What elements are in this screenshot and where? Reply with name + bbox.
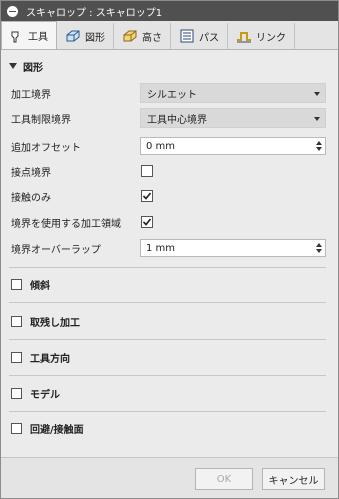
- machining-boundary-label: 加工境界: [11, 89, 51, 101]
- boundary-overlap-label: 境界オーバーラップ: [11, 244, 101, 256]
- ok-button[interactable]: OK: [195, 468, 253, 490]
- input-value: 0 mm: [146, 140, 176, 152]
- group-tool-orientation[interactable]: 工具方向: [11, 347, 70, 367]
- row-contact-boundary: 接点境界: [11, 161, 51, 181]
- geometry-icon: [66, 30, 80, 42]
- select-value: シルエット: [147, 89, 197, 101]
- row-tool-containment: 工具制限境界: [11, 108, 71, 128]
- row-machining-boundary: 加工境界: [11, 83, 51, 103]
- divider: [9, 375, 326, 376]
- linking-icon: [237, 32, 251, 43]
- tool-containment-label: 工具制限境界: [11, 114, 71, 126]
- group-checkbox[interactable]: [11, 387, 22, 399]
- boundary-region-checkbox[interactable]: [141, 216, 153, 228]
- additional-offset-input[interactable]: 0 mm: [140, 137, 326, 155]
- tool-containment-select[interactable]: 工具中心境界: [140, 108, 326, 128]
- spin-down-icon[interactable]: [316, 147, 322, 151]
- boundary-region-label: 境界を使用する加工領域: [11, 218, 121, 230]
- group-checkbox[interactable]: [11, 351, 22, 363]
- row-contact-only: 接触のみ: [11, 186, 51, 206]
- row-additional-offset: 追加オフセット: [11, 136, 81, 156]
- group-avoid-touch-surfaces[interactable]: 回避/接触面: [11, 418, 84, 438]
- contact-boundary-label: 接点境界: [11, 167, 51, 179]
- tab-heights[interactable]: 高さ: [114, 23, 171, 49]
- divider: [9, 302, 326, 303]
- group-label: 取残し加工: [30, 317, 80, 329]
- tab-label: リンク: [256, 32, 286, 44]
- group-model[interactable]: モデル: [11, 383, 60, 403]
- group-checkbox[interactable]: [11, 422, 22, 434]
- checkmark-icon: [142, 192, 152, 200]
- contact-only-label: 接触のみ: [11, 192, 51, 204]
- section-title: 図形: [23, 62, 43, 74]
- title-bar[interactable]: スキャロップ : スキャロップ1: [1, 1, 338, 21]
- tab-label: 工具: [28, 32, 48, 43]
- dropdown-arrow-icon: [314, 92, 320, 96]
- tab-label: パス: [199, 32, 219, 44]
- tab-passes[interactable]: パス: [171, 23, 228, 49]
- row-boundary-overlap: 境界オーバーラップ: [11, 238, 101, 258]
- tab-label: 高さ: [142, 32, 162, 44]
- group-checkbox[interactable]: [11, 315, 22, 327]
- divider: [9, 339, 326, 340]
- tab-bar: 工具 図形 高さ パス リンク: [1, 21, 338, 50]
- tool-icon: [11, 31, 19, 42]
- cancel-button[interactable]: キャンセル: [262, 468, 325, 490]
- heights-icon: [123, 30, 137, 42]
- collapse-icon[interactable]: [7, 5, 18, 17]
- group-label: モデル: [30, 389, 60, 401]
- tab-tool[interactable]: 工具: [1, 21, 57, 49]
- group-slope[interactable]: 傾斜: [11, 274, 50, 294]
- contact-boundary-checkbox[interactable]: [141, 165, 153, 177]
- dialog-footer: OK キャンセル: [1, 457, 338, 498]
- divider: [9, 267, 326, 268]
- passes-icon: [180, 29, 194, 43]
- tab-geometry[interactable]: 図形: [57, 23, 114, 49]
- spin-up-icon[interactable]: [316, 141, 322, 145]
- row-boundary-region: 境界を使用する加工領域: [11, 212, 121, 232]
- contact-only-checkbox[interactable]: [141, 190, 153, 202]
- tab-linking[interactable]: リンク: [228, 23, 295, 49]
- input-value: 1 mm: [146, 242, 176, 254]
- group-rest-machining[interactable]: 取残し加工: [11, 311, 80, 331]
- spin-up-icon[interactable]: [316, 243, 322, 247]
- machining-boundary-select[interactable]: シルエット: [140, 83, 326, 103]
- tab-label: 図形: [85, 32, 105, 44]
- section-header-geometry[interactable]: 図形: [1, 55, 338, 77]
- select-value: 工具中心境界: [147, 114, 207, 126]
- additional-offset-label: 追加オフセット: [11, 142, 81, 154]
- dialog: スキャロップ : スキャロップ1 工具 図形 高さ パス リンク 図形 加工境界…: [0, 0, 339, 499]
- group-label: 傾斜: [30, 280, 50, 292]
- collapse-arrow-icon: [9, 63, 17, 69]
- divider: [9, 411, 326, 412]
- group-checkbox[interactable]: [11, 278, 22, 290]
- checkmark-icon: [142, 218, 152, 226]
- spin-down-icon[interactable]: [316, 249, 322, 253]
- group-label: 回避/接触面: [30, 424, 84, 436]
- group-label: 工具方向: [30, 353, 70, 365]
- boundary-overlap-input[interactable]: 1 mm: [140, 239, 326, 257]
- window-title: スキャロップ : スキャロップ1: [26, 7, 163, 19]
- geometry-panel: 図形 加工境界 シルエット 工具制限境界 工具中心境界 追加オフセット 0 mm: [1, 51, 338, 456]
- dropdown-arrow-icon: [314, 117, 320, 121]
